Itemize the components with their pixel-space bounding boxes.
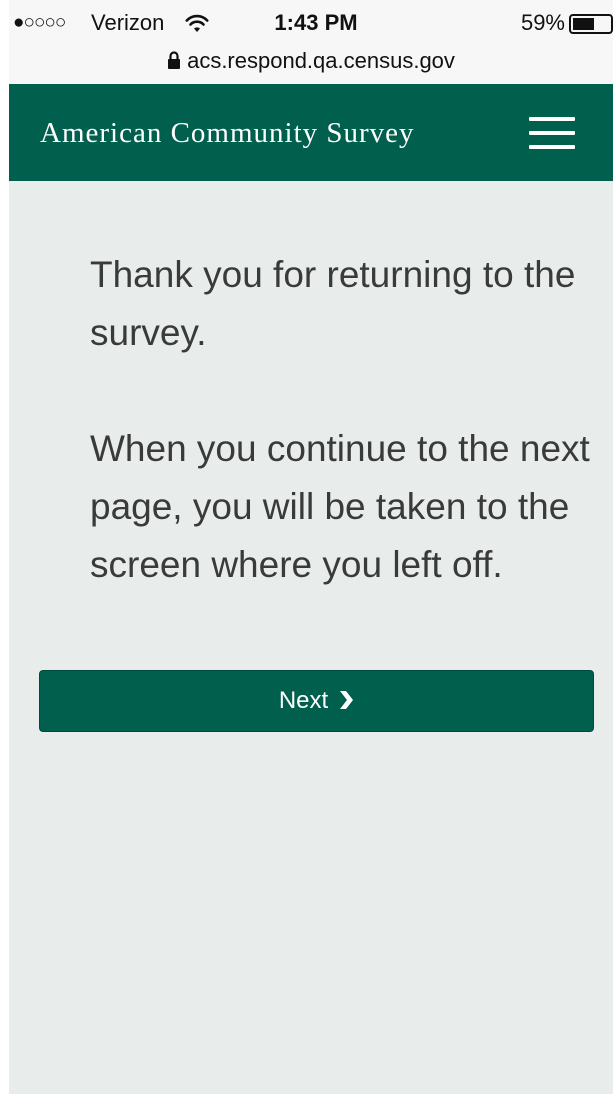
lock-icon: [168, 51, 181, 69]
status-bar: ●○○○○ Verizon 1:43 PM 59% acs.respond.qa…: [9, 0, 613, 84]
battery-icon: [569, 14, 613, 34]
url-text: acs.respond.qa.census.gov: [187, 48, 455, 73]
hamburger-menu-icon[interactable]: [529, 117, 575, 149]
menu-bar-bottom: [529, 145, 575, 149]
menu-bar-middle: [529, 131, 575, 135]
thank-you-text: Thank you for returning to the survey.: [90, 254, 576, 353]
app-header: American Community Survey: [9, 84, 613, 181]
chevron-right-icon: [340, 691, 354, 709]
phone-screen: ●○○○○ Verizon 1:43 PM 59% acs.respond.qa…: [9, 0, 613, 1094]
welcome-back-message: Thank you for returning to the survey. W…: [90, 246, 600, 594]
battery-percentage: 59%: [520, 10, 565, 35]
address-bar[interactable]: acs.respond.qa.census.gov: [9, 46, 613, 76]
continue-explanation-text: When you continue to the next page, you …: [90, 428, 590, 585]
status-row: ●○○○○ Verizon 1:43 PM 59%: [9, 8, 613, 38]
next-button-label: Next: [278, 687, 329, 714]
next-button[interactable]: Next: [39, 670, 594, 732]
site-title: American Community Survey: [40, 117, 415, 149]
menu-bar-top: [529, 117, 575, 121]
